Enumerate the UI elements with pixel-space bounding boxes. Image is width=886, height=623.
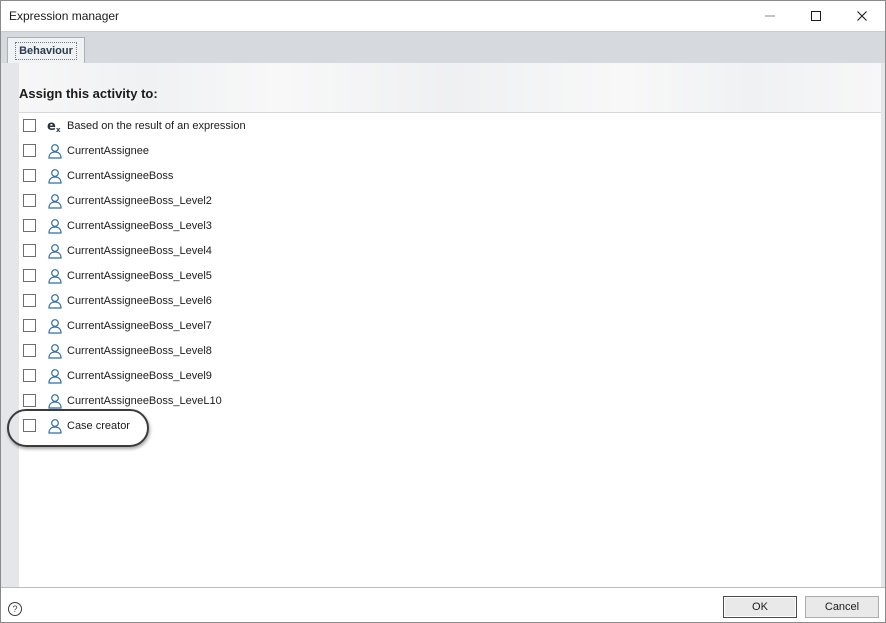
expression-icon: e x [47, 118, 63, 134]
item-checkbox[interactable] [23, 169, 36, 182]
maximize-button[interactable] [793, 1, 839, 31]
list-item-expression[interactable]: e x Based on the result of an expression [19, 115, 881, 140]
user-icon [47, 318, 63, 334]
list-item-boss-level5[interactable]: CurrentAssigneeBoss_Level5 [19, 265, 881, 290]
item-label: CurrentAssignee [67, 145, 149, 157]
user-icon [47, 343, 63, 359]
list-item-currentassignee[interactable]: CurrentAssignee [19, 140, 881, 165]
item-label: CurrentAssigneeBoss_Level6 [67, 295, 212, 307]
close-button[interactable] [839, 1, 885, 31]
list-item-boss-level8[interactable]: CurrentAssigneeBoss_Level8 [19, 340, 881, 365]
right-gutter [881, 63, 885, 587]
user-icon [47, 393, 63, 409]
section-heading: Assign this activity to: [19, 86, 158, 101]
item-checkbox[interactable] [23, 219, 36, 232]
maximize-icon [811, 11, 821, 21]
item-checkbox[interactable] [23, 269, 36, 282]
user-icon [47, 243, 63, 259]
user-icon [47, 418, 63, 434]
minimize-button[interactable] [747, 1, 793, 31]
close-icon [857, 11, 867, 21]
tab-behaviour[interactable]: Behaviour [7, 37, 85, 64]
list-item-boss-level3[interactable]: CurrentAssigneeBoss_Level3 [19, 215, 881, 240]
item-label: CurrentAssigneeBoss_Level9 [67, 370, 212, 382]
item-checkbox[interactable] [23, 394, 36, 407]
minimize-icon [765, 15, 775, 17]
item-label: CurrentAssigneeBoss_Level3 [67, 220, 212, 232]
cancel-button[interactable]: Cancel [805, 596, 879, 618]
list-item-boss-level4[interactable]: CurrentAssigneeBoss_Level4 [19, 240, 881, 265]
assignee-list: e x Based on the result of an expression… [19, 115, 881, 440]
list-item-boss-level2[interactable]: CurrentAssigneeBoss_Level2 [19, 190, 881, 215]
item-checkbox[interactable] [23, 369, 36, 382]
user-icon [47, 268, 63, 284]
list-item-boss-level10[interactable]: CurrentAssigneeBoss_LeveL10 [19, 390, 881, 415]
list-item-boss-level9[interactable]: CurrentAssigneeBoss_Level9 [19, 365, 881, 390]
help-icon[interactable]: ? [8, 602, 22, 616]
user-icon [47, 293, 63, 309]
item-checkbox[interactable] [23, 119, 36, 132]
list-item-boss-level7[interactable]: CurrentAssigneeBoss_Level7 [19, 315, 881, 340]
item-checkbox[interactable] [23, 244, 36, 257]
user-icon [47, 218, 63, 234]
svg-text:x: x [56, 126, 61, 134]
list-item-currentassigneeboss[interactable]: CurrentAssigneeBoss [19, 165, 881, 190]
section-header: Assign this activity to: [19, 63, 881, 113]
user-icon [47, 143, 63, 159]
item-label: CurrentAssigneeBoss_Level2 [67, 195, 212, 207]
user-icon [47, 193, 63, 209]
window-title: Expression manager [9, 9, 120, 23]
list-item-case-creator[interactable]: Case creator [19, 415, 881, 440]
item-label: Case creator [67, 420, 130, 432]
item-checkbox[interactable] [23, 344, 36, 357]
item-label: CurrentAssigneeBoss_Level4 [67, 245, 212, 257]
title-bar[interactable]: Expression manager [1, 1, 885, 31]
left-gutter [1, 63, 19, 587]
item-checkbox[interactable] [23, 194, 36, 207]
item-label: CurrentAssigneeBoss_Level7 [67, 320, 212, 332]
user-icon [47, 368, 63, 384]
svg-text:e: e [47, 119, 56, 134]
list-item-boss-level6[interactable]: CurrentAssigneeBoss_Level6 [19, 290, 881, 315]
item-checkbox[interactable] [23, 419, 36, 432]
ok-button[interactable]: OK [723, 596, 797, 618]
expression-manager-window: Expression manager Behaviour Assign this… [0, 0, 886, 623]
tab-behaviour-label: Behaviour [15, 42, 77, 60]
content-area: Assign this activity to: e x Based on th… [1, 63, 885, 587]
item-label: CurrentAssigneeBoss_Level5 [67, 270, 212, 282]
item-checkbox[interactable] [23, 144, 36, 157]
item-label: CurrentAssigneeBoss [67, 170, 174, 182]
item-label: CurrentAssigneeBoss_LeveL10 [67, 395, 222, 407]
tab-strip: Behaviour [1, 31, 885, 64]
item-label: CurrentAssigneeBoss_Level8 [67, 345, 212, 357]
user-icon [47, 168, 63, 184]
item-checkbox[interactable] [23, 294, 36, 307]
item-label: Based on the result of an expression [67, 120, 246, 132]
dialog-footer: ? OK Cancel [1, 587, 885, 622]
item-checkbox[interactable] [23, 319, 36, 332]
